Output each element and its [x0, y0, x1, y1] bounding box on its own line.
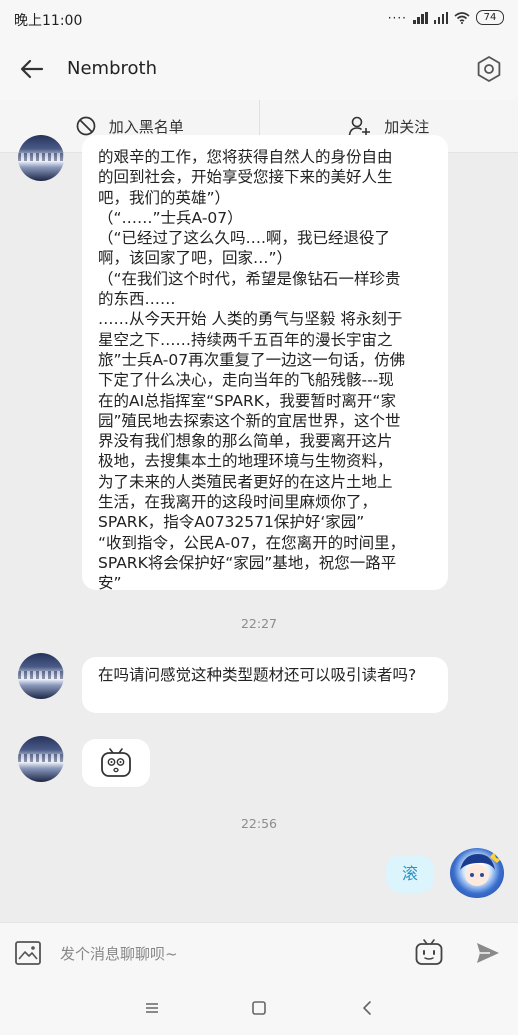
- wifi-icon: [454, 11, 470, 24]
- message-line: SPARK将会保护好“家园”基地，祝您一路平: [98, 553, 397, 572]
- message-line: 的东西……: [98, 290, 176, 309]
- message-line: 的艰辛的工作，您将获得自然人的身份自由: [98, 148, 393, 166]
- message-line: 的回到社会，开始享受您接下来的美好人生: [98, 168, 393, 187]
- back-arrow-icon[interactable]: [18, 55, 46, 83]
- message-bubble-question: 在吗请问感觉这种类型题材还可以吸引读者吗?: [82, 657, 448, 713]
- signal-icon-2: [433, 11, 448, 24]
- message-line: SPARK，指令A0732571保护好‘家园”: [98, 513, 365, 532]
- message-line: 安”: [98, 574, 122, 590]
- message-line: 生活，在我离开的这段时间里麻烦你了，: [98, 493, 378, 512]
- message-line: 极地，去搜集本土的地理环境与生物资料，: [98, 452, 393, 471]
- menu-icon[interactable]: [142, 998, 162, 1018]
- avatar[interactable]: [18, 135, 64, 181]
- follow-label: 加关注: [384, 117, 430, 136]
- my-message-bubble: 滚: [386, 855, 434, 893]
- add-user-icon: [348, 116, 371, 136]
- home-square-icon[interactable]: [249, 998, 269, 1018]
- send-icon[interactable]: [474, 939, 502, 967]
- avatar[interactable]: [18, 736, 64, 782]
- message-line: （“……”士兵A-07）: [98, 208, 243, 227]
- message-line: 下定了什么决心，走向当年的飞船残骸---现: [98, 371, 394, 390]
- my-avatar[interactable]: [450, 848, 504, 898]
- message-line: 吧，我们的英雄”）: [98, 188, 231, 207]
- system-nav-bar: [0, 982, 518, 1035]
- message-line: 旅”士兵A-07再次重复了一边这一句话，仿佛: [98, 350, 406, 369]
- settings-hexagon-icon[interactable]: [474, 54, 504, 84]
- timestamp: 22:27: [240, 616, 278, 631]
- battery-indicator: 74: [476, 10, 504, 25]
- network-speed-icon: ····: [387, 10, 407, 25]
- message-input[interactable]: [58, 941, 392, 967]
- message-line: 在的AI总指挥室“SPARK，我要暂时离开“家: [98, 391, 396, 410]
- block-icon: [76, 116, 96, 136]
- chat-title: Nembroth: [67, 58, 157, 79]
- status-bar: 晚上11:00 ···· 74: [0, 0, 518, 38]
- back-chevron-icon[interactable]: [358, 998, 378, 1018]
- input-bar: [0, 922, 518, 983]
- status-time: 晚上11:00: [14, 13, 83, 29]
- timestamp: 22:56: [240, 816, 278, 831]
- message-line: 为了未来的人类殖民者更好的在这片土地上: [98, 472, 393, 491]
- message-bubble-long: 的艰辛的工作，您将获得自然人的身份自由 的回到社会，开始享受您接下来的美好人生 吧，…: [82, 135, 448, 590]
- emoji-tv-icon[interactable]: [414, 937, 444, 967]
- message-line: 星空之下……持续两千五百年的漫长宇宙之: [98, 330, 393, 349]
- message-line: ……从今天开始 人类的勇气与坚毅 将永刻于: [98, 310, 403, 329]
- anime-avatar-icon: [460, 852, 501, 886]
- message-line: （“已经过了这么久吗….啊，我已经退役了: [98, 229, 390, 248]
- message-line: 园”殖民地去探索这个新的宜居世界，这个世: [98, 411, 401, 430]
- signal-icon: [413, 11, 428, 24]
- tv-face-sticker-icon: [101, 748, 131, 777]
- block-label: 加入黑名单: [108, 117, 184, 136]
- message-line: （“在我们这个时代，希望是像钻石一样珍贵: [98, 269, 401, 288]
- message-line: 啊，该回家了吧，回家…”）: [98, 249, 293, 268]
- message-line: “收到指令，公民A-07，在您离开的时间里，: [98, 533, 406, 552]
- chat-header: Nembroth: [0, 38, 518, 101]
- message-bubble-sticker: [82, 739, 150, 787]
- image-picker-icon[interactable]: [14, 940, 42, 966]
- system-icons: ···· 74: [388, 10, 504, 25]
- message-line: 界没有我们想象的那么简单，我要离开这片: [98, 432, 393, 451]
- avatar[interactable]: [18, 653, 64, 699]
